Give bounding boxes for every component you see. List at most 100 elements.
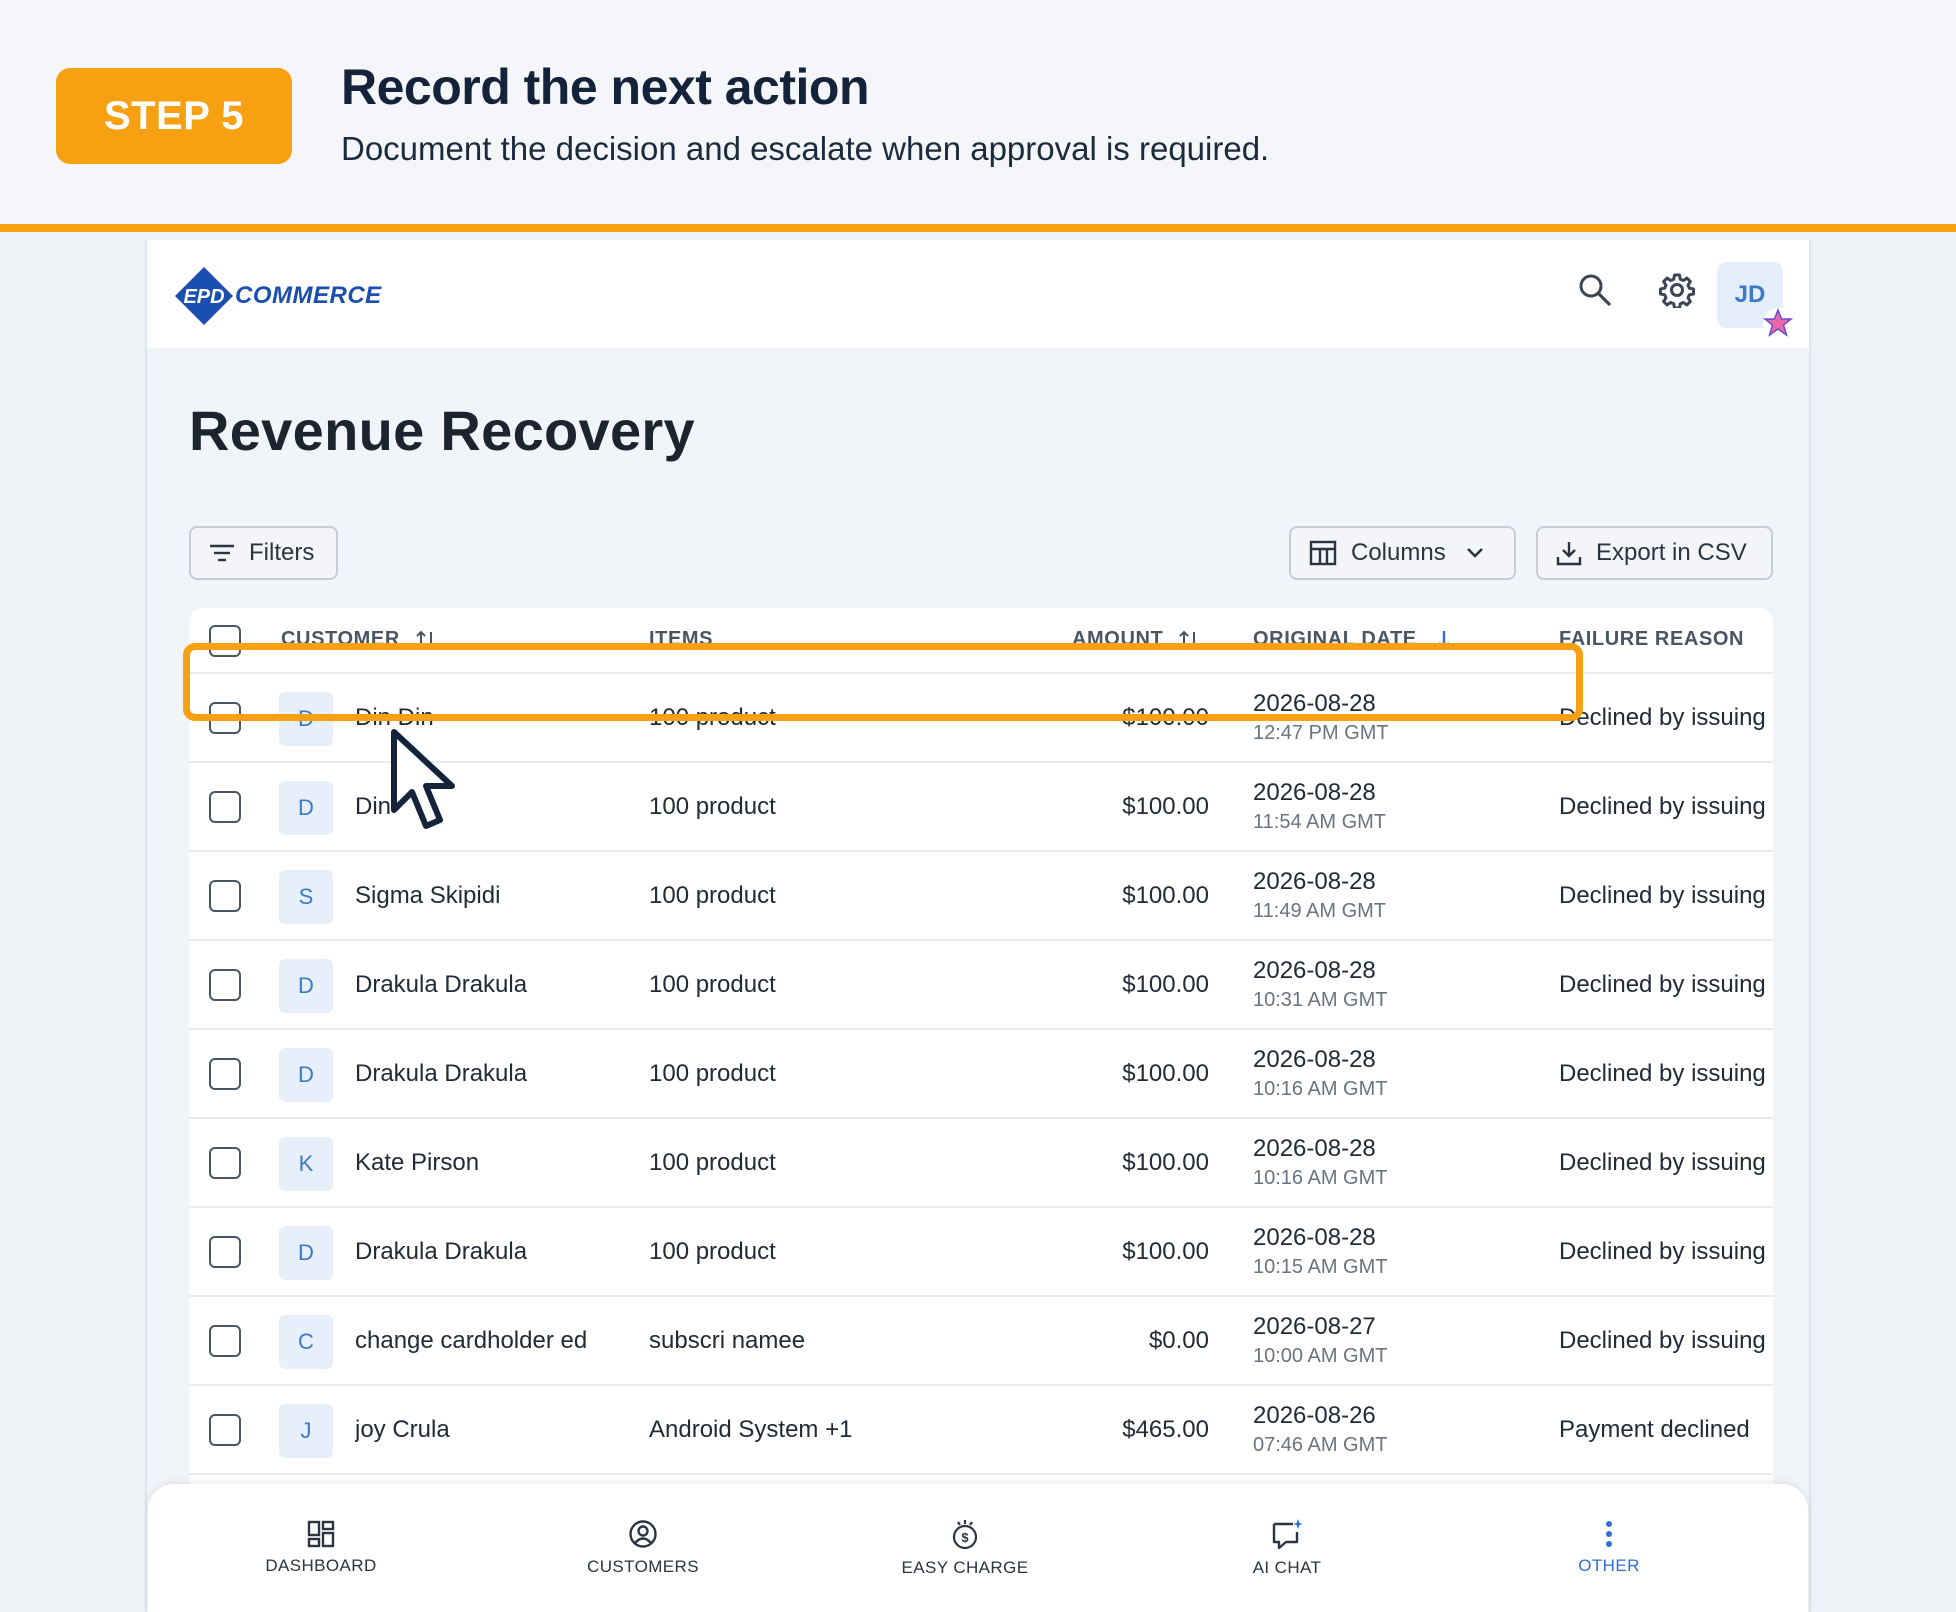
nav-customers[interactable]: CUSTOMERS	[482, 1484, 804, 1612]
table-row[interactable]: S Sigma Skipidi 100 product $100.00 2026-08-…	[189, 852, 1773, 941]
items-cell: Android System +1	[649, 1416, 853, 1443]
customer-initial-avatar: S	[279, 870, 333, 924]
row-checkbox[interactable]	[209, 1325, 241, 1357]
nav-dashboard[interactable]: DASHBOARD	[160, 1484, 482, 1612]
step-badge: STEP 5	[56, 68, 292, 164]
filters-label: Filters	[249, 539, 315, 566]
time-cell: 12:47 PM GMT	[1253, 722, 1389, 744]
failure-reason-cell: Declined by issuing	[1559, 1149, 1766, 1176]
search-icon	[1579, 274, 1611, 306]
date-cell: 2026-08-28	[1253, 957, 1376, 984]
gear-icon	[1659, 273, 1695, 308]
failure-reason-cell: Declined by issuing	[1559, 1327, 1766, 1354]
time-cell: 10:31 AM GMT	[1253, 989, 1388, 1011]
time-cell: 11:49 AM GMT	[1253, 900, 1387, 922]
search-button[interactable]	[1573, 268, 1617, 312]
customer-name[interactable]: change cardholder ed	[355, 1327, 587, 1355]
export-csv-button[interactable]: Export in CSV	[1536, 526, 1773, 580]
items-cell: subscri namee	[649, 1327, 806, 1354]
download-icon	[1556, 542, 1582, 566]
nav-ai-chat-label: AI CHAT	[1252, 1558, 1322, 1577]
failure-reason-header-label: FAILURE REASON	[1559, 628, 1745, 650]
failure-reason-cell: Declined by issuing	[1559, 793, 1766, 820]
customer-name[interactable]: Drakula Drakula	[355, 1238, 527, 1266]
column-header-failure-reason: FAILURE REASON	[1559, 628, 1744, 651]
table-row[interactable]: Jjoy Crula Android System +1 $465.00 2026-0…	[189, 1386, 1773, 1475]
nav-customers-label: CUSTOMERS	[587, 1557, 699, 1576]
row-checkbox[interactable]	[209, 791, 241, 823]
date-cell: 2026-08-28	[1253, 1224, 1376, 1251]
customer-name[interactable]: Drakula Drakula	[355, 1060, 527, 1088]
row-checkbox[interactable]	[209, 1236, 241, 1268]
items-cell: 100 product	[649, 1238, 776, 1265]
customers-icon	[629, 1520, 657, 1548]
nav-ai-chat[interactable]: AI CHAT	[1126, 1484, 1448, 1612]
nav-easy-charge[interactable]: $ EASY CHARGE	[804, 1484, 1126, 1612]
logo-mark-text: EPD	[183, 286, 224, 308]
amount-cell: $465.00	[1122, 1416, 1209, 1443]
brand-logo[interactable]: EPD COMMERCE	[173, 266, 382, 326]
date-cell: 2026-08-27	[1253, 1313, 1376, 1340]
easy-charge-icon: $	[952, 1520, 978, 1550]
customer-initial-avatar: D	[279, 959, 333, 1013]
items-cell: 100 product	[649, 1060, 776, 1087]
columns-icon	[1309, 540, 1337, 566]
items-cell: 100 product	[649, 971, 776, 998]
amount-cell: $100.00	[1122, 793, 1209, 820]
amount-cell: $100.00	[1122, 1149, 1209, 1176]
step-header: STEP 5 Record the next action Document t…	[0, 0, 1956, 232]
logo-text: COMMERCE	[235, 282, 382, 309]
failure-reason-cell: Declined by issuing	[1559, 971, 1766, 998]
mouse-pointer-icon	[391, 729, 455, 829]
nav-easy-charge-label: EASY CHARGE	[901, 1558, 1029, 1577]
row-checkbox[interactable]	[209, 1058, 241, 1090]
failure-reason-cell: Declined by issuing	[1559, 1060, 1766, 1087]
step-subtitle: Document the decision and escalate when …	[341, 130, 1270, 167]
table-row[interactable]: D Drakula Drakula 100 product $100.00 2026-0…	[189, 1030, 1773, 1119]
time-cell: 10:00 AM GMT	[1253, 1345, 1388, 1367]
table-row[interactable]: K Kate Pirson 100 product $100.00 2026-08-28…	[189, 1119, 1773, 1208]
time-cell: 10:16 AM GMT	[1253, 1167, 1388, 1189]
items-cell: 100 product	[649, 793, 776, 820]
settings-button[interactable]	[1655, 268, 1699, 312]
time-cell: 11:54 AM GMT	[1253, 811, 1387, 833]
amount-cell: $0.00	[1148, 1327, 1209, 1354]
customer-name[interactable]: Kate Pirson	[355, 1149, 479, 1177]
bottom-navigation: DASHBOARD CUSTOMERS $ EASY CHARGE AI CHA…	[148, 1484, 1808, 1612]
dashboard-icon	[307, 1520, 335, 1548]
columns-button[interactable]: Columns	[1289, 526, 1516, 580]
ai-chat-icon	[1272, 1519, 1303, 1550]
customer-initial-avatar: D	[279, 1226, 333, 1280]
table-row[interactable]: D Drakula Drakula 100 product $100.00 2026-0…	[189, 941, 1773, 1030]
customer-initial-avatar: D	[279, 781, 333, 835]
date-cell: 2026-08-26	[1253, 1402, 1376, 1429]
customer-name[interactable]: Drakula Drakula	[355, 971, 527, 999]
row-checkbox[interactable]	[209, 1147, 241, 1179]
nav-other-label: OTHER	[1578, 1556, 1640, 1575]
customer-name[interactable]: joy Crula	[355, 1416, 450, 1444]
row-checkbox[interactable]	[209, 1414, 241, 1446]
amount-cell: $100.00	[1122, 1060, 1209, 1087]
customer-initial-avatar: J	[279, 1404, 333, 1458]
filter-icon	[210, 544, 234, 562]
highlight-box	[183, 643, 1583, 721]
more-vertical-icon	[1606, 1521, 1612, 1547]
row-checkbox[interactable]	[209, 880, 241, 912]
amount-cell: $100.00	[1122, 971, 1209, 998]
date-cell: 2026-08-28	[1253, 1135, 1376, 1162]
page-title: Revenue Recovery	[189, 399, 695, 462]
customer-initial-avatar: D	[279, 1048, 333, 1102]
time-cell: 10:16 AM GMT	[1253, 1078, 1388, 1100]
row-checkbox[interactable]	[209, 969, 241, 1001]
app-frame: EPD COMMERCE J D Revenue Recovery Filters…	[145, 240, 1811, 1612]
time-cell: 07:46 AM GMT	[1253, 1434, 1388, 1456]
filters-button[interactable]: Filters	[189, 526, 338, 580]
nav-other[interactable]: OTHER	[1448, 1484, 1770, 1612]
table-row[interactable]: Cchange cardholder ed subscri namee $0.00 2…	[189, 1297, 1773, 1386]
date-cell: 2026-08-28	[1253, 868, 1376, 895]
customer-name[interactable]: Sigma Skipidi	[355, 882, 500, 910]
chevron-down-icon	[1466, 548, 1483, 558]
table-row[interactable]: D Drakula Drakula 100 product $100.00 2026-0…	[189, 1208, 1773, 1297]
customer-name[interactable]: Din	[355, 793, 391, 821]
time-cell: 10:15 AM GMT	[1253, 1256, 1388, 1278]
